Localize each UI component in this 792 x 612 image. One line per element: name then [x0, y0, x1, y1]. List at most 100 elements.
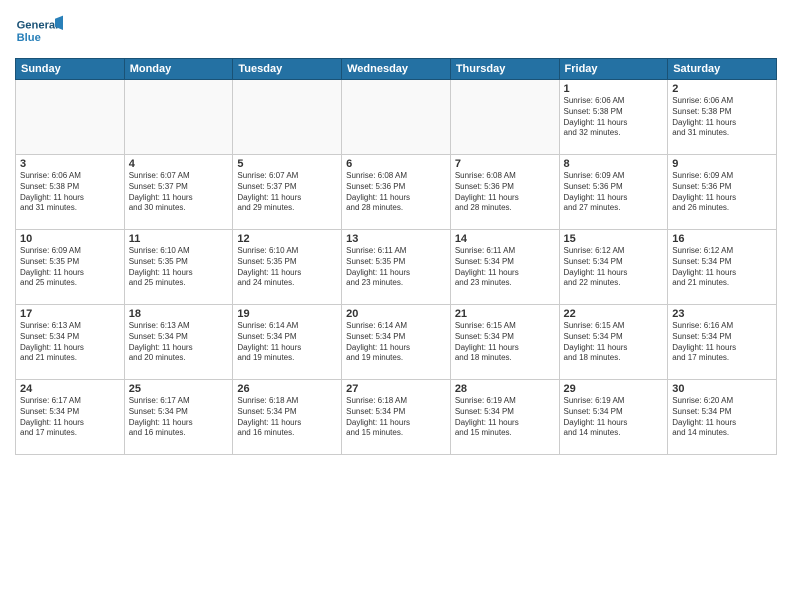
day-info: Sunrise: 6:08 AM Sunset: 5:36 PM Dayligh… — [455, 171, 555, 214]
day-number: 25 — [129, 383, 229, 395]
day-number: 22 — [564, 308, 664, 320]
weekday-monday: Monday — [124, 59, 233, 80]
logo: General Blue — [15, 10, 63, 50]
calendar-cell: 5Sunrise: 6:07 AM Sunset: 5:37 PM Daylig… — [233, 155, 342, 230]
calendar-cell: 15Sunrise: 6:12 AM Sunset: 5:34 PM Dayli… — [559, 230, 668, 305]
day-info: Sunrise: 6:11 AM Sunset: 5:34 PM Dayligh… — [455, 246, 555, 289]
day-number: 27 — [346, 383, 446, 395]
day-info: Sunrise: 6:11 AM Sunset: 5:35 PM Dayligh… — [346, 246, 446, 289]
day-info: Sunrise: 6:20 AM Sunset: 5:34 PM Dayligh… — [672, 396, 772, 439]
calendar-cell: 9Sunrise: 6:09 AM Sunset: 5:36 PM Daylig… — [668, 155, 777, 230]
calendar-cell: 8Sunrise: 6:09 AM Sunset: 5:36 PM Daylig… — [559, 155, 668, 230]
calendar-cell: 4Sunrise: 6:07 AM Sunset: 5:37 PM Daylig… — [124, 155, 233, 230]
calendar-cell: 17Sunrise: 6:13 AM Sunset: 5:34 PM Dayli… — [16, 305, 125, 380]
calendar-cell: 10Sunrise: 6:09 AM Sunset: 5:35 PM Dayli… — [16, 230, 125, 305]
day-info: Sunrise: 6:06 AM Sunset: 5:38 PM Dayligh… — [672, 96, 772, 139]
calendar-cell: 22Sunrise: 6:15 AM Sunset: 5:34 PM Dayli… — [559, 305, 668, 380]
weekday-sunday: Sunday — [16, 59, 125, 80]
calendar-cell: 26Sunrise: 6:18 AM Sunset: 5:34 PM Dayli… — [233, 380, 342, 455]
calendar-cell: 11Sunrise: 6:10 AM Sunset: 5:35 PM Dayli… — [124, 230, 233, 305]
day-number: 2 — [672, 83, 772, 95]
calendar-cell: 13Sunrise: 6:11 AM Sunset: 5:35 PM Dayli… — [342, 230, 451, 305]
weekday-thursday: Thursday — [450, 59, 559, 80]
day-number: 13 — [346, 233, 446, 245]
weekday-saturday: Saturday — [668, 59, 777, 80]
day-number: 9 — [672, 158, 772, 170]
calendar-week-1: 1Sunrise: 6:06 AM Sunset: 5:38 PM Daylig… — [16, 80, 777, 155]
calendar-table: SundayMondayTuesdayWednesdayThursdayFrid… — [15, 58, 777, 455]
day-number: 21 — [455, 308, 555, 320]
logo-svg: General Blue — [15, 10, 63, 50]
day-info: Sunrise: 6:10 AM Sunset: 5:35 PM Dayligh… — [129, 246, 229, 289]
day-number: 26 — [237, 383, 337, 395]
calendar-cell: 14Sunrise: 6:11 AM Sunset: 5:34 PM Dayli… — [450, 230, 559, 305]
day-info: Sunrise: 6:16 AM Sunset: 5:34 PM Dayligh… — [672, 321, 772, 364]
calendar-cell: 24Sunrise: 6:17 AM Sunset: 5:34 PM Dayli… — [16, 380, 125, 455]
day-info: Sunrise: 6:07 AM Sunset: 5:37 PM Dayligh… — [129, 171, 229, 214]
day-info: Sunrise: 6:13 AM Sunset: 5:34 PM Dayligh… — [20, 321, 120, 364]
day-number: 15 — [564, 233, 664, 245]
calendar-week-4: 17Sunrise: 6:13 AM Sunset: 5:34 PM Dayli… — [16, 305, 777, 380]
calendar-cell: 29Sunrise: 6:19 AM Sunset: 5:34 PM Dayli… — [559, 380, 668, 455]
day-info: Sunrise: 6:06 AM Sunset: 5:38 PM Dayligh… — [564, 96, 664, 139]
day-info: Sunrise: 6:18 AM Sunset: 5:34 PM Dayligh… — [237, 396, 337, 439]
day-info: Sunrise: 6:15 AM Sunset: 5:34 PM Dayligh… — [455, 321, 555, 364]
day-info: Sunrise: 6:15 AM Sunset: 5:34 PM Dayligh… — [564, 321, 664, 364]
day-number: 14 — [455, 233, 555, 245]
day-info: Sunrise: 6:14 AM Sunset: 5:34 PM Dayligh… — [237, 321, 337, 364]
calendar-cell: 23Sunrise: 6:16 AM Sunset: 5:34 PM Dayli… — [668, 305, 777, 380]
day-number: 8 — [564, 158, 664, 170]
weekday-friday: Friday — [559, 59, 668, 80]
day-info: Sunrise: 6:09 AM Sunset: 5:35 PM Dayligh… — [20, 246, 120, 289]
day-number: 23 — [672, 308, 772, 320]
day-number: 17 — [20, 308, 120, 320]
day-number: 6 — [346, 158, 446, 170]
svg-text:Blue: Blue — [17, 32, 41, 44]
day-number: 12 — [237, 233, 337, 245]
weekday-header-row: SundayMondayTuesdayWednesdayThursdayFrid… — [16, 59, 777, 80]
day-number: 20 — [346, 308, 446, 320]
day-number: 7 — [455, 158, 555, 170]
calendar-cell — [342, 80, 451, 155]
header: General Blue — [15, 10, 777, 50]
day-info: Sunrise: 6:19 AM Sunset: 5:34 PM Dayligh… — [455, 396, 555, 439]
day-info: Sunrise: 6:08 AM Sunset: 5:36 PM Dayligh… — [346, 171, 446, 214]
day-info: Sunrise: 6:06 AM Sunset: 5:38 PM Dayligh… — [20, 171, 120, 214]
day-number: 1 — [564, 83, 664, 95]
day-number: 10 — [20, 233, 120, 245]
calendar-week-5: 24Sunrise: 6:17 AM Sunset: 5:34 PM Dayli… — [16, 380, 777, 455]
calendar-cell: 12Sunrise: 6:10 AM Sunset: 5:35 PM Dayli… — [233, 230, 342, 305]
day-number: 19 — [237, 308, 337, 320]
day-info: Sunrise: 6:18 AM Sunset: 5:34 PM Dayligh… — [346, 396, 446, 439]
weekday-tuesday: Tuesday — [233, 59, 342, 80]
day-number: 5 — [237, 158, 337, 170]
page: General Blue SundayMondayTuesdayWednesda… — [0, 0, 792, 612]
calendar-cell: 3Sunrise: 6:06 AM Sunset: 5:38 PM Daylig… — [16, 155, 125, 230]
day-number: 11 — [129, 233, 229, 245]
day-number: 24 — [20, 383, 120, 395]
day-number: 30 — [672, 383, 772, 395]
calendar-cell: 19Sunrise: 6:14 AM Sunset: 5:34 PM Dayli… — [233, 305, 342, 380]
day-info: Sunrise: 6:10 AM Sunset: 5:35 PM Dayligh… — [237, 246, 337, 289]
day-number: 16 — [672, 233, 772, 245]
day-info: Sunrise: 6:14 AM Sunset: 5:34 PM Dayligh… — [346, 321, 446, 364]
calendar-cell: 30Sunrise: 6:20 AM Sunset: 5:34 PM Dayli… — [668, 380, 777, 455]
day-info: Sunrise: 6:09 AM Sunset: 5:36 PM Dayligh… — [564, 171, 664, 214]
calendar-cell: 7Sunrise: 6:08 AM Sunset: 5:36 PM Daylig… — [450, 155, 559, 230]
day-number: 28 — [455, 383, 555, 395]
calendar-cell — [16, 80, 125, 155]
calendar-week-2: 3Sunrise: 6:06 AM Sunset: 5:38 PM Daylig… — [16, 155, 777, 230]
day-info: Sunrise: 6:12 AM Sunset: 5:34 PM Dayligh… — [672, 246, 772, 289]
day-info: Sunrise: 6:13 AM Sunset: 5:34 PM Dayligh… — [129, 321, 229, 364]
calendar-cell: 28Sunrise: 6:19 AM Sunset: 5:34 PM Dayli… — [450, 380, 559, 455]
calendar-cell: 25Sunrise: 6:17 AM Sunset: 5:34 PM Dayli… — [124, 380, 233, 455]
day-number: 3 — [20, 158, 120, 170]
calendar-cell: 20Sunrise: 6:14 AM Sunset: 5:34 PM Dayli… — [342, 305, 451, 380]
calendar-cell: 18Sunrise: 6:13 AM Sunset: 5:34 PM Dayli… — [124, 305, 233, 380]
day-info: Sunrise: 6:07 AM Sunset: 5:37 PM Dayligh… — [237, 171, 337, 214]
calendar-cell: 6Sunrise: 6:08 AM Sunset: 5:36 PM Daylig… — [342, 155, 451, 230]
day-number: 4 — [129, 158, 229, 170]
day-info: Sunrise: 6:17 AM Sunset: 5:34 PM Dayligh… — [20, 396, 120, 439]
day-number: 29 — [564, 383, 664, 395]
day-info: Sunrise: 6:17 AM Sunset: 5:34 PM Dayligh… — [129, 396, 229, 439]
